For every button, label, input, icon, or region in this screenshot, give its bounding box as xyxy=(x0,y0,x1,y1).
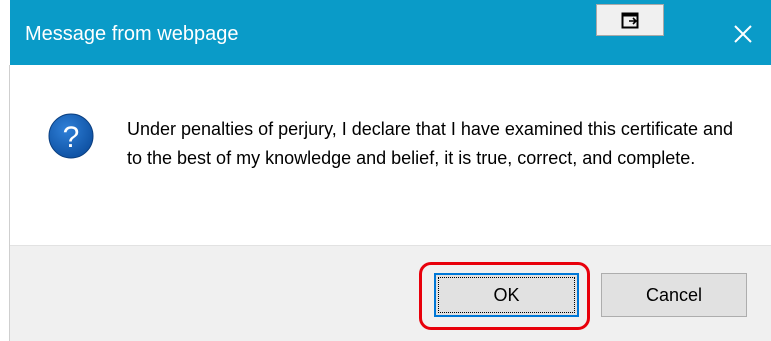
restore-window-icon xyxy=(621,12,639,29)
restore-window-button[interactable] xyxy=(596,4,664,36)
close-icon xyxy=(734,25,752,43)
ok-button[interactable]: OK xyxy=(434,273,579,317)
question-icon: ? xyxy=(46,111,96,161)
dialog-body: ? Under penalties of perjury, I declare … xyxy=(10,65,771,245)
message-dialog: Message from webpage ? Under penalties o… xyxy=(10,0,771,341)
dialog-message: Under penalties of perjury, I declare th… xyxy=(127,119,733,168)
dialog-footer: OK Cancel xyxy=(10,245,771,341)
cancel-button[interactable]: Cancel xyxy=(601,273,747,317)
close-button[interactable] xyxy=(726,17,760,51)
dialog-titlebar[interactable]: Message from webpage xyxy=(10,0,771,65)
ok-focus-ring xyxy=(438,277,575,313)
dialog-title: Message from webpage xyxy=(25,23,239,45)
svg-text:?: ? xyxy=(63,121,80,154)
cancel-button-label: Cancel xyxy=(645,285,703,305)
